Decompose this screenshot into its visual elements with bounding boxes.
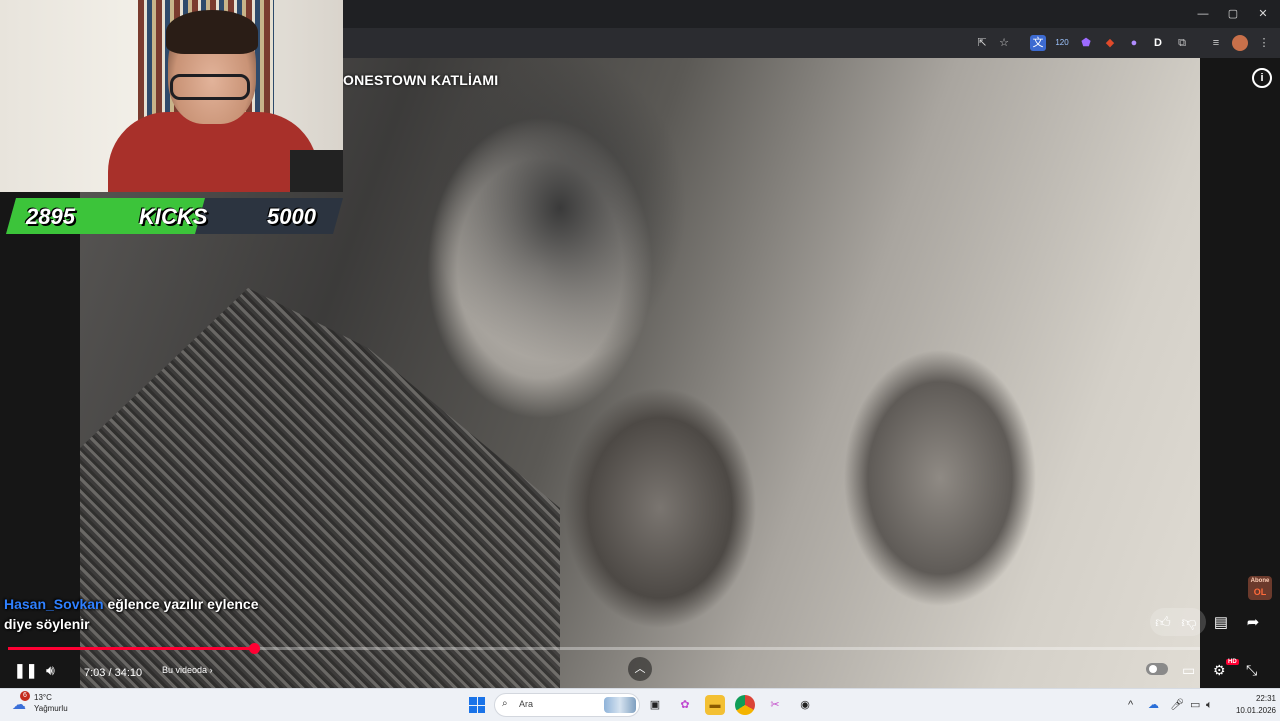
clock-time[interactable]: 22:31 (1246, 694, 1276, 703)
tray-chevron-up-icon[interactable]: ^ (1128, 698, 1133, 712)
subtitles-icon[interactable]: ▭ (1182, 660, 1195, 680)
shield-extension-icon[interactable]: ⬟ (1078, 35, 1094, 51)
time-display: 7:03 / 34:10 (84, 663, 142, 683)
like-icon[interactable]: 👍︎ (1150, 610, 1176, 636)
hd-badge: HD (1226, 659, 1239, 665)
current-time: 7:03 (84, 667, 106, 679)
streamer-webcam (0, 0, 343, 192)
clock-date[interactable]: 10.01.2026 (1228, 706, 1276, 715)
dislike-icon[interactable]: 👎︎ (1176, 610, 1202, 636)
comment-icon[interactable]: ▤ (1208, 610, 1234, 636)
share-icon[interactable]: ➦ (1240, 610, 1266, 636)
chapter-button[interactable]: Bu videoda › (158, 662, 217, 678)
windows-start-icon[interactable] (469, 697, 485, 713)
chapter-label: Bu videoda (162, 665, 208, 675)
weather-notification-badge: 6 (20, 691, 30, 701)
profile-avatar-icon[interactable] (1232, 35, 1248, 51)
windows-taskbar: ☁ 6 13°C Yağmurlu ⌕ Ara ▣ ✿ ▬ ✂ ◉ ^ ☁ 🎤︎… (0, 688, 1280, 721)
progress-scrubber[interactable] (248, 643, 260, 654)
obs-icon[interactable]: ◉ (795, 695, 815, 715)
translate-extension-icon[interactable]: 文 (1030, 35, 1046, 51)
progress-fill (8, 647, 254, 650)
time-separator: / (105, 667, 115, 679)
fox-extension-icon[interactable]: ◆ (1102, 35, 1118, 51)
cloud-extension-icon[interactable]: ● (1126, 35, 1142, 51)
chat-message-line-2: diye söylenir (4, 616, 90, 632)
chat-username: Hasan_Sovkan (4, 596, 104, 612)
snipping-tool-icon[interactable]: ✂ (765, 695, 785, 715)
extension-counter-icon[interactable]: 120 (1054, 35, 1070, 51)
kick-label: KICKS (139, 204, 208, 229)
kick-count: 2895 (26, 204, 75, 229)
minimize-icon[interactable]: — (1190, 4, 1216, 24)
chapter-chevron-icon: › (209, 665, 213, 675)
info-icon[interactable]: i (1252, 68, 1272, 88)
subscribe-badge: Abone OL (1248, 576, 1272, 600)
weather-temperature[interactable]: 13°C (34, 693, 52, 702)
network-icon[interactable]: ▭ (1190, 698, 1200, 712)
autoplay-knob (1149, 665, 1157, 673)
subscribe-badge-bottom: OL (1253, 587, 1267, 597)
speaker-icon[interactable]: 🔈︎ (1206, 698, 1213, 712)
extensions-puzzle-icon[interactable]: ⧉ (1174, 35, 1190, 51)
video-title[interactable]: ONESTOWN KATLİAMI (343, 72, 498, 88)
volume-icon[interactable]: 🔊︎ (46, 660, 55, 680)
search-icon: ⌕ (502, 698, 508, 709)
file-explorer-icon[interactable]: ▬ (705, 695, 725, 715)
subscribe-badge-top: Abone (1250, 578, 1270, 584)
maximize-icon[interactable]: ▢ (1220, 4, 1246, 24)
d-extension-icon[interactable]: D (1150, 35, 1166, 51)
duration: 34:10 (114, 667, 143, 679)
reading-list-icon[interactable]: ≡ (1208, 35, 1224, 51)
streamer-glasses (170, 74, 250, 100)
settings-gear-icon[interactable]: ⚙ (1213, 660, 1226, 680)
bookmark-star-icon[interactable]: ☆ (996, 35, 1012, 51)
onedrive-icon[interactable]: ☁ (1148, 698, 1159, 712)
streamer-body (108, 112, 318, 192)
search-highlight-art (604, 697, 636, 713)
player-controls: ❚❚ 🔊︎ 7:03 / 34:10 Bu videoda › ︿ ▭ ⚙ HD… (0, 655, 1280, 688)
kick-goal: 5000 (267, 204, 316, 229)
install-app-icon[interactable]: ⇱ (974, 35, 990, 51)
browser-menu-icon[interactable]: ⋮ (1256, 35, 1272, 51)
gaming-chair (290, 150, 343, 192)
chrome-icon[interactable] (735, 695, 755, 715)
weather-condition[interactable]: Yağmurlu (34, 704, 68, 713)
microphone-icon[interactable]: 🎤︎ (1170, 698, 1184, 712)
streamer-hair (166, 10, 258, 54)
copilot-icon[interactable]: ✿ (675, 695, 695, 715)
task-view-icon[interactable]: ▣ (645, 695, 665, 715)
pause-icon[interactable]: ❚❚ (14, 660, 37, 680)
chevron-up-icon[interactable]: ︿ (628, 657, 652, 681)
search-placeholder: Ara (519, 699, 534, 709)
close-icon[interactable]: ✕ (1250, 4, 1276, 24)
exit-fullscreen-icon[interactable]: ⤡ (1246, 660, 1257, 680)
kick-goal-bar: 2895 KICKS 5000 (6, 198, 343, 234)
chat-overlay: Hasan_Sovkan eğlence yazılır eylence diy… (4, 596, 304, 632)
chat-message: eğlence yazılır eylence (107, 596, 259, 612)
